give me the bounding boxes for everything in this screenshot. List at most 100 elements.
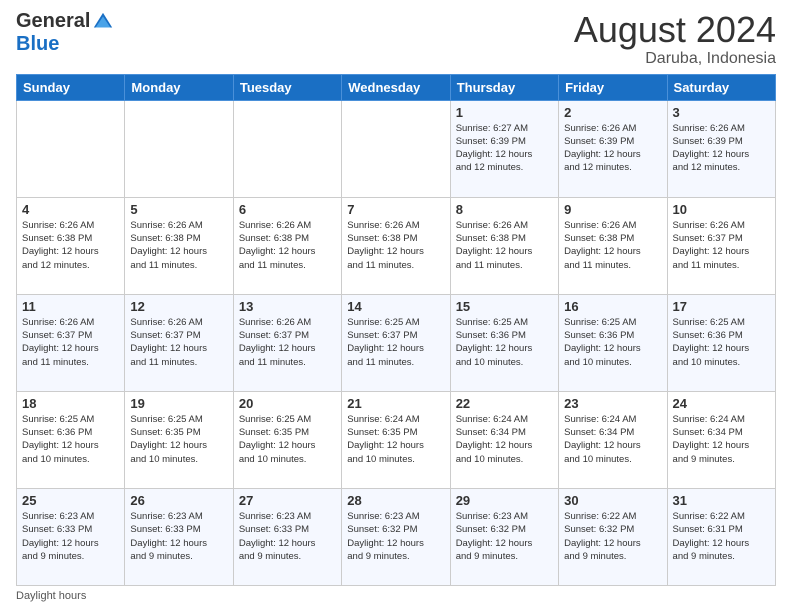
logo-text: General (16, 10, 114, 33)
calendar-cell: 31Sunrise: 6:22 AM Sunset: 6:31 PM Dayli… (667, 488, 775, 585)
calendar-cell: 23 Sunrise: 6:24 AM Sunset: 6:34 PM Dayli… (559, 391, 667, 488)
calendar-week-4: 25 Sunrise: 6:23 AM Sunset: 6:33 PM Dayli… (17, 488, 776, 585)
day-info: Sunrise: 6:26 AM Sunset: 6:37 PM Dayligh… (239, 316, 336, 369)
day-number: 16 (564, 299, 661, 314)
calendar-cell: 16 Sunrise: 6:25 AM Sunset: 6:36 PM Dayli… (559, 294, 667, 391)
day-info: Sunrise: 6:23 AM Sunset: 6:33 PM Dayligh… (239, 510, 336, 563)
calendar-cell: 10Sunrise: 6:26 AM Sunset: 6:37 PM Dayli… (667, 197, 775, 294)
day-number: 20 (239, 396, 336, 411)
day-number: 23 (564, 396, 661, 411)
location: Daruba, Indonesia (574, 50, 776, 68)
calendar-cell: 18 Sunrise: 6:25 AM Sunset: 6:36 PM Dayli… (17, 391, 125, 488)
title-block: August 2024 Daruba, Indonesia (574, 10, 776, 68)
day-number: 25 (22, 493, 119, 508)
day-number: 12 (130, 299, 227, 314)
day-info: Sunrise: 6:26 AM Sunset: 6:38 PM Dayligh… (130, 219, 227, 272)
day-number: 1 (456, 105, 553, 120)
calendar-cell: 4 Sunrise: 6:26 AM Sunset: 6:38 PM Daylig… (17, 197, 125, 294)
calendar-cell: 22Sunrise: 6:24 AM Sunset: 6:34 PM Dayli… (450, 391, 558, 488)
page: General Blue August 2024 Daruba, Indones… (0, 0, 792, 612)
day-header-friday: Friday (559, 74, 667, 100)
calendar-cell: 25 Sunrise: 6:23 AM Sunset: 6:33 PM Dayli… (17, 488, 125, 585)
day-number: 14 (347, 299, 444, 314)
calendar-cell (342, 100, 450, 197)
day-info: Sunrise: 6:25 AM Sunset: 6:36 PM Dayligh… (564, 316, 661, 369)
day-info: Sunrise: 6:26 AM Sunset: 6:37 PM Dayligh… (673, 219, 770, 272)
day-number: 21 (347, 396, 444, 411)
day-number: 24 (673, 396, 770, 411)
calendar-cell: 2 Sunrise: 6:26 AM Sunset: 6:39 PM Daylig… (559, 100, 667, 197)
day-number: 5 (130, 202, 227, 217)
calendar-cell: 14 Sunrise: 6:25 AM Sunset: 6:37 PM Dayli… (342, 294, 450, 391)
calendar-header-row: SundayMondayTuesdayWednesdayThursdayFrid… (17, 74, 776, 100)
calendar-cell: 27Sunrise: 6:23 AM Sunset: 6:33 PM Dayli… (233, 488, 341, 585)
calendar-cell: 12Sunrise: 6:26 AM Sunset: 6:37 PM Dayli… (125, 294, 233, 391)
calendar-week-2: 11 Sunrise: 6:26 AM Sunset: 6:37 PM Dayli… (17, 294, 776, 391)
calendar-cell: 20Sunrise: 6:25 AM Sunset: 6:35 PM Dayli… (233, 391, 341, 488)
day-number: 15 (456, 299, 553, 314)
day-info: Sunrise: 6:24 AM Sunset: 6:34 PM Dayligh… (564, 413, 661, 466)
day-info: Sunrise: 6:23 AM Sunset: 6:32 PM Dayligh… (347, 510, 444, 563)
day-number: 13 (239, 299, 336, 314)
day-number: 19 (130, 396, 227, 411)
day-info: Sunrise: 6:25 AM Sunset: 6:36 PM Dayligh… (456, 316, 553, 369)
calendar-cell: 30Sunrise: 6:22 AM Sunset: 6:32 PM Dayli… (559, 488, 667, 585)
calendar-cell: 9 Sunrise: 6:26 AM Sunset: 6:38 PM Daylig… (559, 197, 667, 294)
day-number: 7 (347, 202, 444, 217)
day-number: 3 (673, 105, 770, 120)
day-info: Sunrise: 6:27 AM Sunset: 6:39 PM Dayligh… (456, 122, 553, 175)
day-number: 6 (239, 202, 336, 217)
calendar-cell: 3 Sunrise: 6:26 AM Sunset: 6:39 PM Daylig… (667, 100, 775, 197)
day-number: 9 (564, 202, 661, 217)
calendar-cell: 17Sunrise: 6:25 AM Sunset: 6:36 PM Dayli… (667, 294, 775, 391)
day-info: Sunrise: 6:26 AM Sunset: 6:39 PM Dayligh… (564, 122, 661, 175)
month-year: August 2024 (574, 10, 776, 50)
day-number: 4 (22, 202, 119, 217)
day-info: Sunrise: 6:25 AM Sunset: 6:35 PM Dayligh… (130, 413, 227, 466)
day-info: Sunrise: 6:26 AM Sunset: 6:39 PM Dayligh… (673, 122, 770, 175)
day-number: 2 (564, 105, 661, 120)
day-info: Sunrise: 6:26 AM Sunset: 6:38 PM Dayligh… (564, 219, 661, 272)
day-header-saturday: Saturday (667, 74, 775, 100)
day-info: Sunrise: 6:23 AM Sunset: 6:33 PM Dayligh… (130, 510, 227, 563)
day-number: 30 (564, 493, 661, 508)
day-info: Sunrise: 6:23 AM Sunset: 6:33 PM Dayligh… (22, 510, 119, 563)
calendar-cell: 28 Sunrise: 6:23 AM Sunset: 6:32 PM Dayli… (342, 488, 450, 585)
calendar-cell: 6 Sunrise: 6:26 AM Sunset: 6:38 PM Daylig… (233, 197, 341, 294)
header: General Blue August 2024 Daruba, Indones… (16, 10, 776, 68)
calendar-cell: 5 Sunrise: 6:26 AM Sunset: 6:38 PM Daylig… (125, 197, 233, 294)
calendar-week-3: 18 Sunrise: 6:25 AM Sunset: 6:36 PM Dayli… (17, 391, 776, 488)
calendar-cell: 24Sunrise: 6:24 AM Sunset: 6:34 PM Dayli… (667, 391, 775, 488)
day-number: 31 (673, 493, 770, 508)
day-number: 29 (456, 493, 553, 508)
calendar-cell: 21 Sunrise: 6:24 AM Sunset: 6:35 PM Dayli… (342, 391, 450, 488)
day-info: Sunrise: 6:26 AM Sunset: 6:38 PM Dayligh… (22, 219, 119, 272)
calendar-week-0: 1 Sunrise: 6:27 AM Sunset: 6:39 PM Daylig… (17, 100, 776, 197)
day-number: 28 (347, 493, 444, 508)
day-info: Sunrise: 6:25 AM Sunset: 6:37 PM Dayligh… (347, 316, 444, 369)
day-info: Sunrise: 6:25 AM Sunset: 6:36 PM Dayligh… (22, 413, 119, 466)
calendar-cell: 29Sunrise: 6:23 AM Sunset: 6:32 PM Dayli… (450, 488, 558, 585)
day-number: 26 (130, 493, 227, 508)
day-info: Sunrise: 6:24 AM Sunset: 6:35 PM Dayligh… (347, 413, 444, 466)
logo-general: General (16, 10, 90, 33)
calendar-week-1: 4 Sunrise: 6:26 AM Sunset: 6:38 PM Daylig… (17, 197, 776, 294)
footer-note: Daylight hours (16, 590, 776, 602)
day-info: Sunrise: 6:26 AM Sunset: 6:38 PM Dayligh… (239, 219, 336, 272)
calendar-cell: 15 Sunrise: 6:25 AM Sunset: 6:36 PM Dayli… (450, 294, 558, 391)
calendar-cell: 13 Sunrise: 6:26 AM Sunset: 6:37 PM Dayli… (233, 294, 341, 391)
calendar-cell (125, 100, 233, 197)
calendar-cell: 8Sunrise: 6:26 AM Sunset: 6:38 PM Daylig… (450, 197, 558, 294)
day-header-monday: Monday (125, 74, 233, 100)
day-header-tuesday: Tuesday (233, 74, 341, 100)
calendar-cell: 1 Sunrise: 6:27 AM Sunset: 6:39 PM Daylig… (450, 100, 558, 197)
calendar-table: SundayMondayTuesdayWednesdayThursdayFrid… (16, 74, 776, 586)
day-number: 11 (22, 299, 119, 314)
day-number: 18 (22, 396, 119, 411)
day-info: Sunrise: 6:26 AM Sunset: 6:38 PM Dayligh… (456, 219, 553, 272)
logo-icon (92, 11, 114, 33)
day-info: Sunrise: 6:24 AM Sunset: 6:34 PM Dayligh… (456, 413, 553, 466)
calendar-cell: 7Sunrise: 6:26 AM Sunset: 6:38 PM Daylig… (342, 197, 450, 294)
day-header-sunday: Sunday (17, 74, 125, 100)
day-header-wednesday: Wednesday (342, 74, 450, 100)
